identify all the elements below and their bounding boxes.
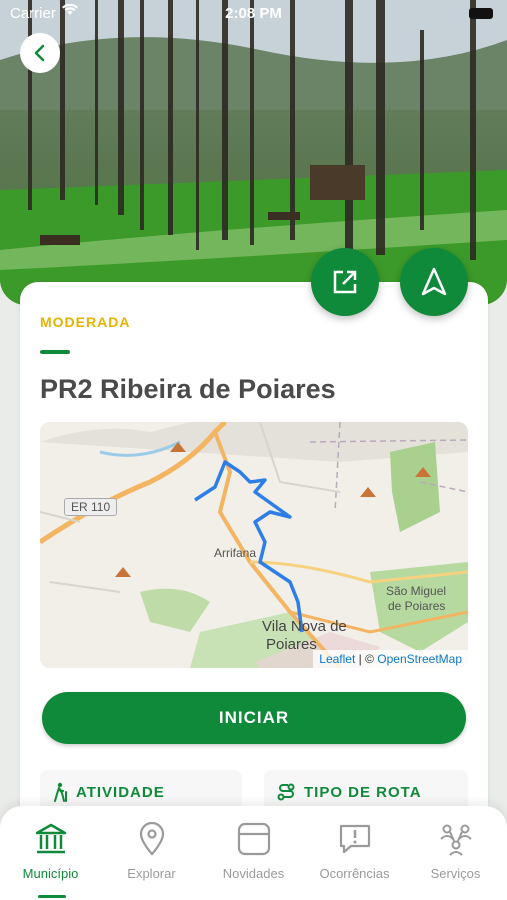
map-pin-icon: [139, 821, 164, 856]
tab-servicos[interactable]: Serviços: [405, 820, 506, 881]
services-icon: [439, 824, 472, 856]
arrifana-label: Arrifana: [214, 546, 257, 560]
tab-label: Ocorrências: [319, 866, 390, 881]
map-attribution: Leaflet | © OpenStreetMap: [313, 650, 468, 668]
vila-nova-label-1: Vila Nova de: [262, 618, 347, 635]
open-external-button[interactable]: [311, 248, 379, 316]
difficulty-label: MODERADA: [40, 314, 131, 330]
tab-label: Município: [22, 866, 79, 881]
external-link-icon: [333, 270, 357, 294]
status-time: 2:08 PM: [225, 5, 282, 22]
route-type-label: TIPO DE ROTA: [304, 783, 422, 801]
route-title: PR2 Ribeira de Poiares: [40, 374, 336, 404]
route-map[interactable]: ER 110 Arrifana São Miguel de Poiares Vi…: [40, 422, 468, 668]
tab-ocorrencias[interactable]: Ocorrências: [304, 820, 405, 881]
activity-label: ATIVIDADE: [76, 783, 165, 801]
tab-label: Novidades: [222, 866, 285, 881]
news-icon: [237, 822, 270, 856]
back-button[interactable]: [20, 33, 60, 73]
tab-label: Explorar: [127, 866, 176, 881]
route-card: MODERADA PR2 Ribeira de Poiares ER 110 A: [20, 282, 488, 822]
sao-miguel-label-1: São Miguel: [386, 584, 447, 598]
leaflet-link[interactable]: Leaflet: [319, 652, 355, 666]
battery-icon: [469, 8, 493, 19]
active-tab-indicator: [38, 895, 66, 898]
osm-link[interactable]: OpenStreetMap: [377, 652, 462, 666]
navigation-arrow-icon: [421, 267, 447, 296]
chevron-left-icon: [34, 44, 45, 62]
start-button[interactable]: INICIAR: [42, 692, 466, 744]
hiking-icon: [54, 782, 67, 802]
tab-municipio[interactable]: Município: [0, 820, 101, 881]
municipality-icon: [35, 823, 66, 854]
tab-novidades[interactable]: Novidades: [203, 820, 304, 881]
vila-nova-label-2: Poiares: [266, 636, 317, 653]
attribution-separator: | ©: [355, 652, 378, 666]
status-bar: Carrier 2:08 PM: [0, 0, 507, 28]
sao-miguel-label-2: de Poiares: [388, 599, 446, 613]
road-label: ER 110: [64, 498, 118, 516]
route-icon: [277, 783, 295, 801]
tab-explorar[interactable]: Explorar: [101, 820, 202, 881]
title-divider: [40, 350, 70, 354]
tab-bar: Município Explorar Novidades Ocorrências…: [0, 806, 507, 900]
tab-label: Serviços: [430, 866, 481, 881]
report-icon: [339, 824, 370, 854]
navigate-button[interactable]: [400, 248, 468, 316]
